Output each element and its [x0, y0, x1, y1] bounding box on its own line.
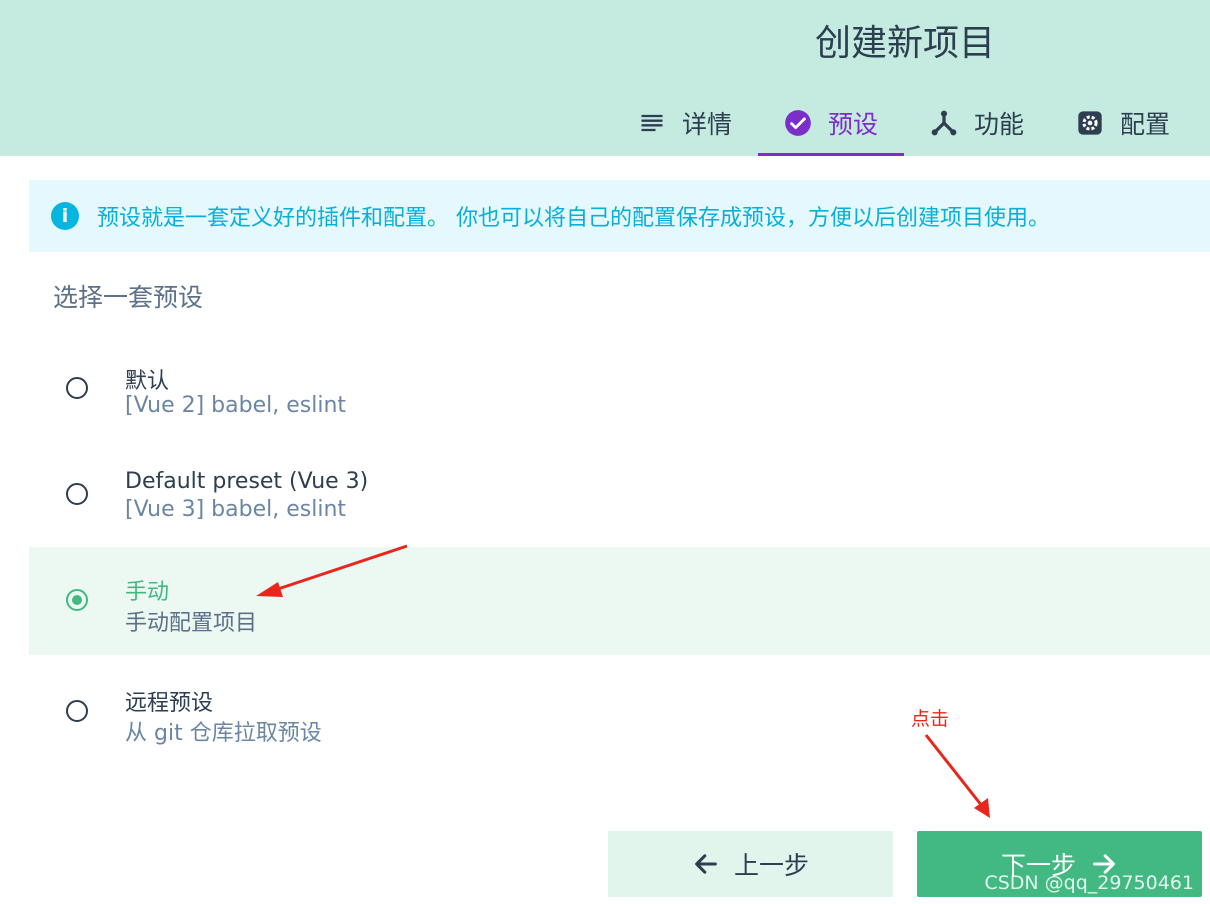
gear-icon	[1078, 111, 1102, 135]
preset-option-remote[interactable]: 远程预设 从 git 仓库拉取预设	[29, 658, 1210, 766]
radio-button[interactable]	[66, 700, 88, 722]
tab-config-label: 配置	[1120, 110, 1171, 139]
radio-button[interactable]	[66, 377, 88, 399]
tab-features[interactable]: 功能	[904, 98, 1050, 148]
tab-details[interactable]: 详情	[612, 98, 758, 148]
radio-button-selected[interactable]	[66, 589, 88, 611]
tab-presets-label: 预设	[828, 110, 879, 139]
info-banner: i 预设就是一套定义好的插件和配置。 你也可以将自己的配置保存成预设，方便以后创…	[29, 180, 1210, 252]
preset-name: Default preset (Vue 3)	[125, 469, 369, 494]
check-circle-icon	[785, 110, 811, 136]
tab-presets[interactable]: 预设	[758, 98, 905, 156]
preset-description: [Vue 2] babel, eslint	[125, 393, 347, 418]
header-bar: 创建新项目 详情 预设 功能 配置	[0, 0, 1210, 156]
list-icon	[641, 114, 663, 132]
watermark: CSDN @qq_29750461	[984, 872, 1194, 894]
tab-details-label: 详情	[682, 110, 733, 139]
section-title: 选择一套预设	[53, 283, 204, 312]
preset-description: 手动配置项目	[125, 611, 258, 636]
preset-description: [Vue 3] babel, eslint	[125, 497, 347, 522]
info-text: 预设就是一套定义好的插件和配置。 你也可以将自己的配置保存成预设，方便以后创建项…	[97, 206, 1050, 231]
preset-option-default[interactable]: 默认 [Vue 2] babel, eslint	[29, 335, 1210, 443]
previous-step-button[interactable]: 上一步	[608, 831, 893, 897]
annotation-click-label: 点击	[911, 708, 950, 730]
tab-features-label: 功能	[974, 110, 1025, 139]
info-icon: i	[51, 202, 79, 230]
preset-option-vue3[interactable]: Default preset (Vue 3) [Vue 3] babel, es…	[29, 441, 1210, 549]
preset-option-manual[interactable]: 手动 手动配置项目	[29, 547, 1210, 655]
fork-icon	[931, 110, 957, 136]
tab-config[interactable]: 配置	[1050, 98, 1196, 148]
radio-button[interactable]	[66, 483, 88, 505]
preset-name: 默认	[125, 369, 170, 394]
page-title: 创建新项目	[814, 23, 995, 64]
preset-name: 手动	[125, 580, 170, 605]
arrow-left-icon	[695, 854, 717, 874]
preset-description: 从 git 仓库拉取预设	[125, 721, 322, 746]
previous-step-label: 上一步	[733, 851, 809, 880]
preset-name: 远程预设	[125, 691, 214, 716]
step-tabs: 详情 预设 功能 配置	[612, 98, 1196, 156]
